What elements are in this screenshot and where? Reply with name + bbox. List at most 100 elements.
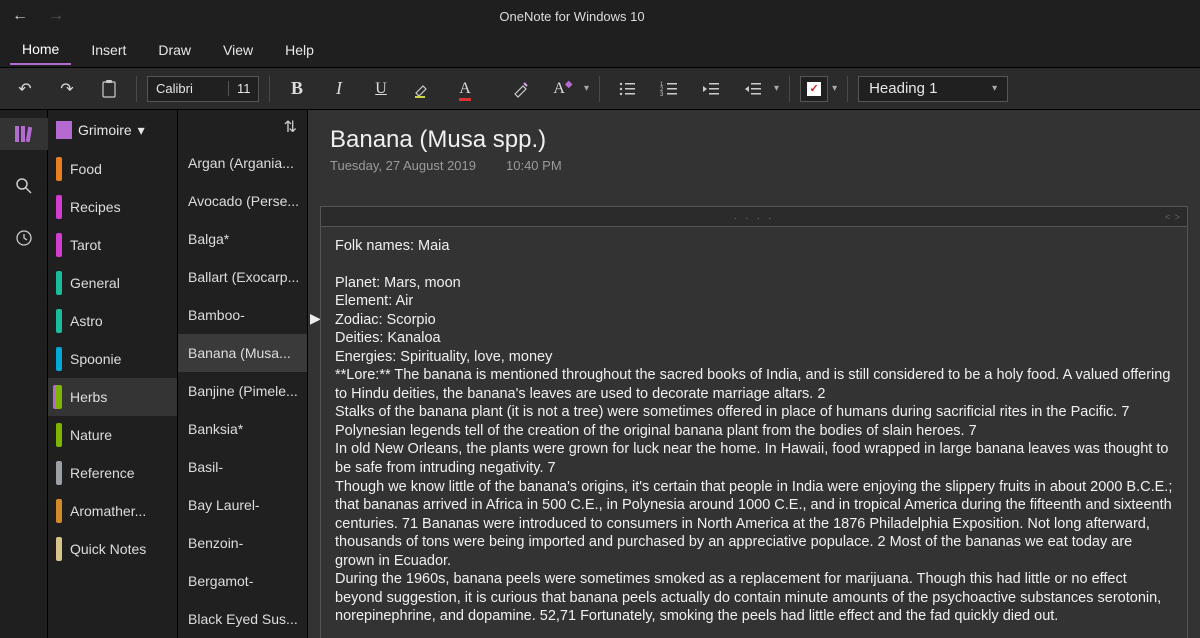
section-item[interactable]: Quick Notes: [48, 530, 177, 568]
bullets-button[interactable]: [610, 73, 644, 105]
section-label: Nature: [70, 427, 112, 443]
section-item[interactable]: Nature: [48, 416, 177, 454]
note-line[interactable]: Zodiac: Scorpio: [335, 311, 1173, 330]
section-item[interactable]: General: [48, 264, 177, 302]
font-size-input[interactable]: [228, 81, 258, 96]
page-item[interactable]: Black Eyed Sus...: [178, 600, 307, 638]
page-item[interactable]: Basil-: [178, 448, 307, 486]
note-line[interactable]: Deities: Kanaloa: [335, 329, 1173, 348]
section-label: Food: [70, 161, 102, 177]
redo-button[interactable]: ↷: [50, 73, 84, 105]
ribbon: ↶ ↷ B I U A A◆ ▾ 123 ▾ ✓ ▾ Heading 1 ▾: [0, 68, 1200, 110]
page-content: ▶ Banana (Musa spp.) Tuesday, 27 August …: [308, 110, 1200, 638]
note-line[interactable]: Energies: Spirituality, love, money: [335, 348, 1173, 367]
chevron-down-icon[interactable]: ▾: [774, 83, 779, 94]
nav-buttons: ← →: [0, 7, 64, 25]
section-label: Recipes: [70, 199, 121, 215]
section-item[interactable]: Food: [48, 150, 177, 188]
section-color-tab: [56, 423, 62, 447]
tag-todo[interactable]: ✓: [800, 76, 828, 102]
section-color-tab: [56, 195, 62, 219]
section-item[interactable]: Herbs: [48, 378, 177, 416]
section-color-tab: [56, 385, 62, 409]
clear-format-button[interactable]: [504, 73, 538, 105]
section-color-tab: [56, 537, 62, 561]
page-date: Tuesday, 27 August 2019: [330, 158, 476, 173]
page-item[interactable]: Bergamot-: [178, 562, 307, 600]
page-item[interactable]: Balga*: [178, 220, 307, 258]
page-item[interactable]: Avocado (Perse...: [178, 182, 307, 220]
chevron-down-icon[interactable]: ▾: [832, 83, 837, 94]
note-line[interactable]: Though we know little of the banana's or…: [335, 478, 1173, 571]
section-color-tab: [56, 157, 62, 181]
heading-style-select[interactable]: Heading 1 ▾: [858, 76, 1008, 102]
chevron-down-icon: ▾: [138, 122, 145, 139]
section-item[interactable]: Recipes: [48, 188, 177, 226]
page-item[interactable]: Argan (Argania...: [178, 144, 307, 182]
chevron-down-icon[interactable]: ▾: [584, 83, 589, 94]
section-color-tab: [56, 233, 62, 257]
notebook-selector[interactable]: Grimoire ▾: [48, 110, 177, 150]
back-button[interactable]: ←: [12, 7, 28, 25]
section-color-tab: [56, 309, 62, 333]
note-container[interactable]: . . . . Folk names: Maia Planet: Mars, m…: [308, 206, 1200, 638]
section-item[interactable]: Reference: [48, 454, 177, 492]
section-item[interactable]: Spoonie: [48, 340, 177, 378]
section-label: Spoonie: [70, 351, 121, 367]
title-bar: ← → OneNote for Windows 10: [0, 0, 1200, 32]
section-item[interactable]: Aromather...: [48, 492, 177, 530]
styles-icon[interactable]: A◆: [546, 73, 580, 105]
section-label: Aromather...: [70, 503, 146, 519]
note-line[interactable]: During the 1960s, banana peels were some…: [335, 570, 1173, 626]
section-color-tab: [56, 347, 62, 371]
section-item[interactable]: Astro: [48, 302, 177, 340]
tab-view[interactable]: View: [211, 36, 265, 64]
search-icon[interactable]: [0, 170, 48, 202]
page-item[interactable]: Ballart (Exocarp...: [178, 258, 307, 296]
clipboard-button[interactable]: [92, 73, 126, 105]
note-line[interactable]: **Lore:** The banana is mentioned throug…: [335, 366, 1173, 403]
font-name-input[interactable]: [148, 81, 228, 96]
font-selector[interactable]: [147, 76, 259, 102]
tab-insert[interactable]: Insert: [79, 36, 138, 64]
section-color-tab: [56, 499, 62, 523]
outdent-button[interactable]: [694, 73, 728, 105]
recent-icon[interactable]: [0, 222, 48, 254]
note-line[interactable]: In old New Orleans, the plants were grow…: [335, 440, 1173, 477]
underline-button[interactable]: U: [364, 73, 398, 105]
note-line[interactable]: Element: Air: [335, 292, 1173, 311]
page-item[interactable]: Bamboo-: [178, 296, 307, 334]
checkbox-icon: ✓: [807, 82, 821, 96]
section-label: Quick Notes: [70, 541, 146, 557]
note-drag-handle[interactable]: . . . .: [320, 206, 1188, 226]
section-item[interactable]: Tarot: [48, 226, 177, 264]
undo-button[interactable]: ↶: [8, 73, 42, 105]
notebook-icon: [56, 121, 72, 139]
page-item[interactable]: Bay Laurel-: [178, 486, 307, 524]
pages-sort[interactable]: ⇅: [178, 110, 307, 144]
page-time: 10:40 PM: [506, 158, 562, 173]
tab-home[interactable]: Home: [10, 35, 71, 65]
page-item[interactable]: Benzoin-: [178, 524, 307, 562]
tab-help[interactable]: Help: [273, 36, 326, 64]
note-body[interactable]: Folk names: Maia Planet: Mars, moon Elem…: [320, 226, 1188, 638]
pages-panel: ⇅ Argan (Argania...Avocado (Perse...Balg…: [178, 110, 308, 638]
indent-button[interactable]: [736, 73, 770, 105]
note-line[interactable]: Folk names: Maia: [335, 237, 1173, 256]
font-color-button[interactable]: A: [448, 73, 482, 105]
note-line[interactable]: Stalks of the banana plant (it is not a …: [335, 403, 1173, 440]
italic-button[interactable]: I: [322, 73, 356, 105]
numbering-button[interactable]: 123: [652, 73, 686, 105]
section-color-tab: [56, 271, 62, 295]
page-item[interactable]: Banana (Musa...: [178, 334, 307, 372]
page-item[interactable]: Banjine (Pimele...: [178, 372, 307, 410]
section-label: Herbs: [70, 389, 107, 405]
highlight-button[interactable]: [406, 73, 440, 105]
page-item[interactable]: Banksia*: [178, 410, 307, 448]
page-title[interactable]: Banana (Musa spp.): [330, 126, 1200, 154]
sections-panel: Grimoire ▾ Food Recipes TarotGeneralAstro S…: [48, 110, 178, 638]
notebooks-icon[interactable]: [0, 118, 48, 150]
note-line[interactable]: Planet: Mars, moon: [335, 274, 1173, 293]
bold-button[interactable]: B: [280, 73, 314, 105]
tab-draw[interactable]: Draw: [146, 36, 203, 64]
